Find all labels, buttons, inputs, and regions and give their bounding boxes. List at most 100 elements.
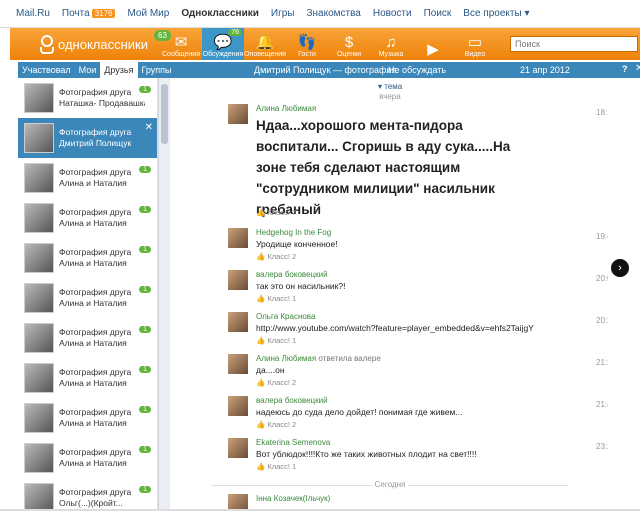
avatar[interactable] [228, 104, 248, 124]
nav-label: Оповещения [244, 51, 286, 58]
ok-logo-text: одноклассники [58, 36, 148, 52]
close-icon[interactable]: ✕ [635, 63, 640, 74]
message-author[interactable]: Алина Любимая [256, 104, 316, 113]
like-button[interactable]: 👍 Класс! 2 [256, 252, 296, 261]
author-name: Інна Козачек(Ільчук) [256, 494, 331, 503]
conversation-item[interactable]: Фотография друга Алина и Наталия 1 [18, 398, 157, 438]
conversation-scrollbar[interactable] [158, 78, 170, 511]
avatar[interactable] [228, 438, 248, 458]
day-separator-today: Сегодня [172, 480, 608, 489]
message-author[interactable]: Алина Любимая ответила валере [256, 354, 381, 363]
avatar[interactable] [228, 312, 248, 332]
author-name: Ольга Краснова [256, 312, 316, 321]
conversation-item[interactable]: Фотография друга Дмитрий Полищук ✕ [18, 118, 157, 158]
help-icon[interactable]: ? [622, 64, 628, 74]
portal-link-all-projects[interactable]: Все проекты ▾ [463, 8, 529, 19]
scroll-thumb[interactable] [161, 84, 168, 144]
conversation-item[interactable]: Фотография друга Алина и Наталия 1 [18, 358, 157, 398]
mute-discussion-link[interactable]: Не обсуждать [388, 65, 446, 75]
message-text: надеюсь до суда дело дойдет! понимая где… [256, 407, 463, 417]
portal-link-mailru[interactable]: Mail.Ru [16, 8, 50, 19]
conversation-item[interactable]: Фотография друга Алина и Наталия 1 [18, 278, 157, 318]
like-button[interactable]: 👍 Класс! 1 [256, 462, 296, 471]
discussion-tab-3[interactable]: Группы [138, 62, 176, 78]
unread-count-badge: 1 [139, 206, 151, 213]
conversation-item[interactable]: Фотография друга Ольг(...)(Кройт... 1 [18, 478, 157, 511]
conversation-item[interactable]: Фотография другаНаташка- Продавашка...1 [18, 78, 157, 118]
conversation-item[interactable]: Фотография друга Алина и Наталия 1 [18, 198, 157, 238]
search-input[interactable] [510, 36, 638, 52]
thumbs-up-icon: 👍 [256, 378, 268, 387]
conversation-subtitle: Алина и Наталия [59, 258, 127, 268]
nav-item-0[interactable]: ✉ Сообщения [160, 28, 202, 60]
avatar[interactable] [228, 228, 248, 248]
portal-link-mail[interactable]: Почта 3176 [62, 8, 116, 19]
unread-count-badge: 1 [139, 86, 151, 93]
like-button[interactable]: 👍 Класс! 1 [256, 294, 296, 303]
ok-header: одноклассники 63 ✉ Сообщения 💬 Обсуждения 76… [10, 28, 640, 60]
author-name: валера боковецкий [256, 396, 328, 405]
conversation-title: Фотография друга [59, 127, 132, 137]
nav-item-1[interactable]: 💬 Обсуждения 76 [202, 28, 244, 60]
message-author[interactable]: Hedgehog In the Fog [256, 228, 331, 237]
topic-toggle[interactable]: ▾ тема [378, 82, 402, 91]
author-name: Алина Любимая [256, 354, 317, 363]
nav-item-4[interactable]: $ Оценки [328, 28, 370, 60]
like-button[interactable]: 👍 Класс! 2 [256, 378, 296, 387]
conversation-text: Фотография друга Алина и Наталия [59, 367, 145, 389]
message-time: 20:20 [596, 316, 608, 325]
footprints-icon: 👣 [297, 34, 317, 51]
portal-link-news[interactable]: Новости [373, 8, 412, 19]
message-time: 21:47 [596, 400, 608, 409]
message-author[interactable]: валера боковецкий [256, 396, 328, 405]
discussion-tab-2[interactable]: Друзья [100, 62, 138, 78]
photo-thumbnail [24, 483, 54, 511]
message: Ольга Краснова http://www.youtube.com/wat… [228, 312, 608, 348]
day-label-today: Сегодня [374, 480, 406, 489]
message-author[interactable]: валера боковецкий [256, 270, 328, 279]
discussion-bar: Участвовал Мои Друзья Группы Дмитрий Полищу… [18, 62, 640, 78]
next-arrow-button[interactable]: › [611, 259, 629, 277]
author-name: валера боковецкий [256, 270, 328, 279]
discussion-tab-1[interactable]: Мои [75, 62, 101, 78]
thumbs-up-icon: 👍 [256, 208, 268, 217]
message: Алина Любимая Ндаа...хорошого мента-пидор… [228, 104, 608, 222]
like-button[interactable]: 👍 Класс! 7 [256, 208, 296, 217]
like-count: Класс! 2 [267, 378, 297, 387]
message-author[interactable]: Ekaterina Semenova [256, 438, 330, 447]
photo-thumbnail [24, 403, 54, 433]
nav-item-7[interactable]: ▭ Видео [454, 28, 496, 60]
ok-logo[interactable]: одноклассники [10, 35, 160, 54]
avatar[interactable] [228, 270, 248, 290]
avatar[interactable] [228, 354, 248, 374]
conversation-item[interactable]: Фотография друга Алина и Наталия 1 [18, 438, 157, 478]
day-label-yesterday: вчера [379, 92, 401, 101]
message-author[interactable]: Ольга Краснова [256, 312, 315, 321]
conversation-subtitle: Алина и Наталия [59, 178, 127, 188]
nav-item-6[interactable]: ▶ [412, 28, 454, 60]
conversation-item[interactable]: Фотография друга Алина и Наталия 1 [18, 158, 157, 198]
nav-item-2[interactable]: 🔔 Оповещения [244, 28, 286, 60]
portal-link-odnoklassniki[interactable]: Одноклассники [181, 8, 259, 19]
nav-label: Видео [464, 51, 486, 58]
portal-link-my-world[interactable]: Мой Мир [127, 8, 169, 19]
portal-link-games[interactable]: Игры [271, 8, 295, 19]
conversation-subtitle: Наташка- Продавашка... [59, 98, 145, 108]
nav-item-3[interactable]: 👣 Гости [286, 28, 328, 60]
conversation-item[interactable]: Фотография друга Алина и Наталия 1 [18, 318, 157, 358]
conversation-subtitle: Алина и Наталия [59, 218, 127, 228]
nav-item-5[interactable]: ♫ Музыка [370, 28, 412, 60]
day-separator-yesterday: вчера [172, 92, 608, 101]
avatar[interactable] [228, 396, 248, 416]
portal-link-search[interactable]: Поиск [424, 8, 452, 19]
author-name: Алина Любимая [256, 104, 317, 113]
conversation-item[interactable]: Фотография друга Алина и Наталия 1 [18, 238, 157, 278]
discussion-tab-0[interactable]: Участвовал [18, 62, 75, 78]
photo-thumbnail [24, 363, 54, 393]
like-button[interactable]: 👍 Класс! 2 [256, 420, 296, 429]
portal-link-dating[interactable]: Знакомства [306, 8, 360, 19]
close-icon[interactable]: ✕ [145, 122, 153, 133]
like-count: Класс! 2 [267, 420, 297, 429]
message-author[interactable]: Інна Козачек(Ільчук) [256, 494, 330, 503]
like-button[interactable]: 👍 Класс! 1 [256, 336, 296, 345]
